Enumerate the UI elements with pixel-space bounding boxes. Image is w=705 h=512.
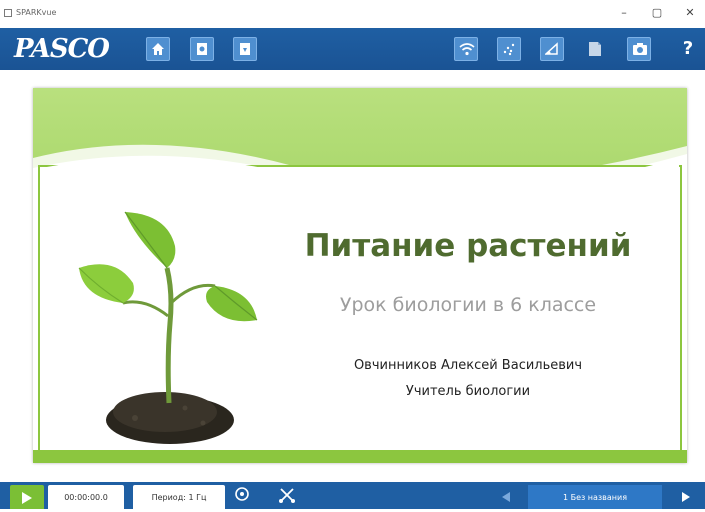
scatter-icon <box>503 43 515 56</box>
home-button[interactable] <box>146 37 170 61</box>
sample-rate-select[interactable]: Период: 1 Гц <box>133 485 225 509</box>
open-file-button[interactable] <box>190 37 214 61</box>
close-button[interactable]: ✕ <box>679 4 701 22</box>
next-page-button[interactable] <box>672 486 700 508</box>
wireless-button[interactable] <box>454 37 478 61</box>
file-open-icon <box>197 43 207 55</box>
chevron-right-icon <box>682 492 690 502</box>
slide-title: Питание растений <box>304 228 632 264</box>
slide: Питание растений Урок биологии в 6 класс… <box>33 88 687 463</box>
page-title[interactable]: 1 Без названия <box>528 485 662 509</box>
journal-icon <box>589 42 601 56</box>
scissors-icon <box>279 488 295 503</box>
window-title: SPARKvue <box>16 8 57 17</box>
slide-subtitle: Урок биологии в 6 классе <box>339 294 597 316</box>
help-button[interactable]: ? <box>678 36 698 62</box>
save-file-button[interactable] <box>233 37 257 61</box>
analysis-button[interactable] <box>540 37 564 61</box>
elapsed-time: 00:00:00.0 <box>48 485 124 509</box>
play-icon <box>22 492 32 504</box>
workspace: Питание растений Урок биологии в 6 класс… <box>0 70 705 482</box>
snapshot-button[interactable] <box>627 37 651 61</box>
app-icon <box>4 9 12 17</box>
data-points-button[interactable] <box>497 37 521 61</box>
plant-illustration <box>78 211 258 444</box>
wifi-icon <box>459 43 475 56</box>
triangle-tool-icon <box>545 42 558 55</box>
minimize-button[interactable]: – <box>613 4 635 22</box>
file-save-icon <box>240 43 250 55</box>
main-toolbar: PASCO ? <box>0 28 705 70</box>
pasco-logo: PASCO <box>14 34 110 64</box>
slide-role: Учитель биологии <box>405 384 531 399</box>
previous-page-button[interactable] <box>492 486 520 508</box>
chevron-left-icon <box>502 492 510 502</box>
camera-icon <box>633 43 647 55</box>
zoom-button[interactable] <box>232 486 254 508</box>
home-icon <box>152 43 164 55</box>
journal-button[interactable] <box>583 37 607 61</box>
start-button[interactable] <box>10 485 44 509</box>
window-titlebar: SPARKvue – ▢ ✕ <box>0 0 705 28</box>
tools-button[interactable] <box>276 486 298 508</box>
maximize-button[interactable]: ▢ <box>646 4 668 22</box>
control-bar: 00:00:00.0 Период: 1 Гц 1 Без названия <box>0 482 705 509</box>
slide-author: Овчинников Алексей Васильевич <box>353 358 583 373</box>
magnifier-icon <box>235 487 249 501</box>
